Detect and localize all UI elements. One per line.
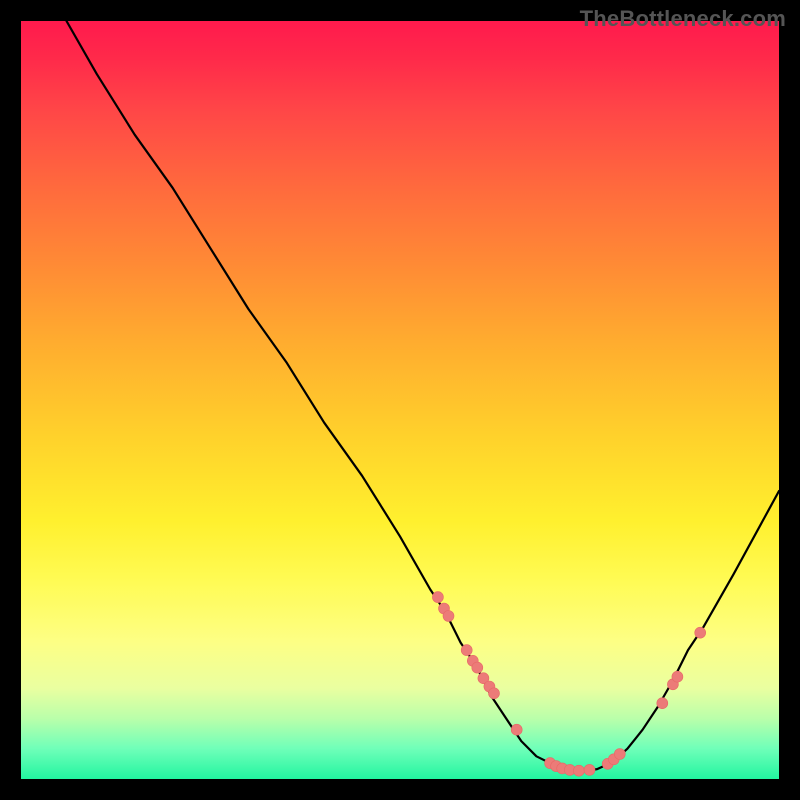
highlight-point bbox=[432, 592, 443, 603]
bottleneck-curve bbox=[67, 21, 780, 771]
highlight-point bbox=[511, 724, 522, 735]
chart-svg bbox=[21, 21, 779, 779]
highlight-point bbox=[443, 611, 454, 622]
highlight-point bbox=[573, 765, 584, 776]
highlight-point bbox=[461, 645, 472, 656]
chart-frame: TheBottleneck.com bbox=[0, 0, 800, 800]
highlight-point bbox=[489, 688, 500, 699]
highlight-points-group bbox=[432, 592, 705, 777]
highlight-point bbox=[672, 671, 683, 682]
watermark-text: TheBottleneck.com bbox=[580, 6, 786, 32]
plot-area bbox=[21, 21, 779, 779]
highlight-point bbox=[614, 749, 625, 760]
highlight-point bbox=[472, 662, 483, 673]
highlight-point bbox=[584, 764, 595, 775]
highlight-point bbox=[695, 627, 706, 638]
highlight-point bbox=[657, 698, 668, 709]
